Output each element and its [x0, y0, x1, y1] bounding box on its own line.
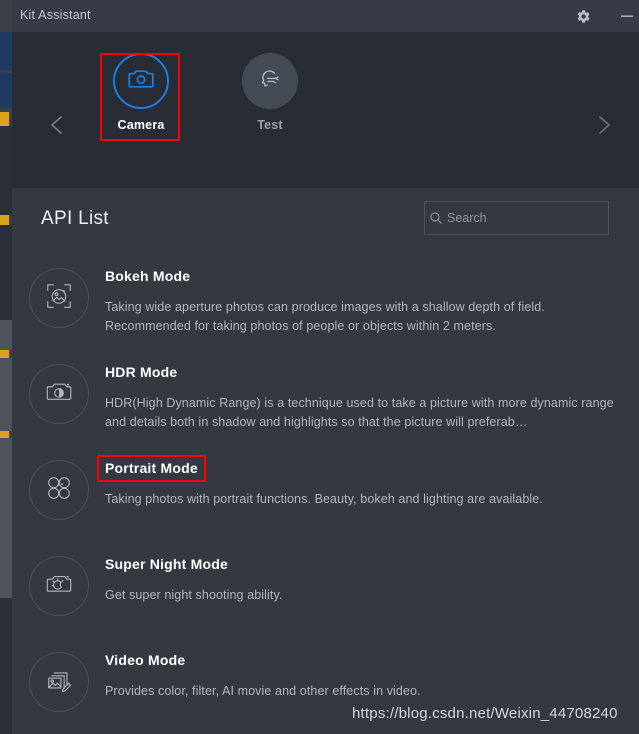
hdr-camera-icon	[44, 377, 74, 412]
settings-button[interactable]	[563, 0, 603, 32]
search-icon	[425, 211, 447, 225]
carousel-tile-camera[interactable]: Camera	[99, 53, 183, 132]
api-item-title: Video Mode	[105, 652, 186, 668]
api-list-item-video-mode[interactable]: Video Mode Provides color, filter, AI mo…	[12, 634, 639, 730]
api-item-text: Video Mode Provides color, filter, AI mo…	[105, 652, 617, 701]
background-window-strip-amber-2	[0, 215, 9, 225]
carousel-tile-label: Camera	[117, 118, 165, 132]
api-item-description: Taking wide aperture photos can produce …	[105, 300, 545, 333]
api-item-description: Provides color, filter, AI movie and oth…	[105, 684, 421, 698]
night-camera-icon	[44, 569, 74, 604]
api-list-item-bokeh-mode[interactable]: Bokeh Mode Taking wide aperture photos c…	[12, 250, 639, 346]
api-item-icon	[29, 460, 89, 520]
test-tile-icon-circle	[242, 53, 298, 109]
api-item-text: Portrait Mode Taking photos with portrai…	[97, 455, 617, 509]
background-window-strip-amber-4	[0, 431, 9, 438]
chevron-right-icon	[590, 116, 616, 142]
background-window-strip-navy-1	[0, 32, 12, 70]
background-window-strip-dark-2	[0, 225, 12, 320]
flower-petals-icon	[43, 472, 75, 509]
api-item-title-highlighted: Portrait Mode	[97, 455, 206, 482]
app-window: Kit Assistant Camera Test API List Searc…	[12, 0, 639, 734]
api-item-title: Bokeh Mode	[105, 268, 191, 284]
carousel-tile-test[interactable]: Test	[228, 53, 312, 132]
api-item-text: HDR Mode HDR(High Dynamic Range) is a te…	[105, 364, 617, 432]
chevron-left-icon	[45, 116, 71, 142]
api-item-text: Bokeh Mode Taking wide aperture photos c…	[105, 268, 617, 336]
background-window-strip-dark-1	[0, 126, 12, 215]
api-list-section: API List Search Bokeh Mode Taking wide a…	[12, 188, 639, 734]
title-bar: Kit Assistant	[12, 0, 639, 33]
background-window-strip-gray-1	[0, 320, 12, 350]
carousel-next-button[interactable]	[590, 112, 616, 138]
search-input[interactable]	[447, 211, 608, 225]
api-item-icon	[29, 268, 89, 328]
background-window-strip-amber-3	[0, 350, 9, 358]
background-window-strip-dark-3	[0, 598, 12, 734]
carousel-tile-label: Test	[257, 118, 283, 132]
api-item-text: Super Night Mode Get super night shootin…	[105, 556, 617, 605]
api-item-title: HDR Mode	[105, 364, 178, 380]
api-list: Bokeh Mode Taking wide aperture photos c…	[12, 250, 639, 734]
background-window-strip-gray-3	[0, 438, 12, 598]
api-list-item-portrait-mode[interactable]: Portrait Mode Taking photos with portrai…	[12, 442, 639, 538]
minimize-icon	[620, 10, 634, 22]
video-edit-icon	[44, 665, 74, 700]
api-item-description: Taking photos with portrait functions. B…	[105, 492, 543, 506]
api-list-item-hdr-mode[interactable]: HDR Mode HDR(High Dynamic Range) is a te…	[12, 346, 639, 442]
api-item-description: Get super night shooting ability.	[105, 588, 283, 602]
bokeh-photo-icon	[44, 281, 74, 316]
api-item-icon	[29, 364, 89, 424]
background-window-strip-amber-1	[0, 112, 9, 126]
app-title: Kit Assistant	[20, 8, 91, 22]
face-speech-icon	[255, 64, 285, 99]
page-title: API List	[41, 208, 109, 229]
carousel-prev-button[interactable]	[45, 112, 71, 138]
api-item-icon	[29, 556, 89, 616]
api-list-item-super-night-mode[interactable]: Super Night Mode Get super night shootin…	[12, 538, 639, 634]
background-window-strip-gray-2	[0, 358, 12, 431]
camera-icon	[127, 65, 155, 98]
background-window-strip-navy-2	[0, 73, 12, 108]
api-item-description: HDR(High Dynamic Range) is a technique u…	[105, 396, 614, 429]
gear-icon	[576, 9, 591, 24]
api-item-title: Super Night Mode	[105, 556, 228, 572]
camera-tile-icon-circle	[113, 53, 169, 109]
api-item-icon	[29, 652, 89, 712]
minimize-button[interactable]	[607, 0, 639, 32]
device-carousel: Camera Test	[12, 32, 639, 188]
search-box[interactable]	[424, 201, 609, 235]
